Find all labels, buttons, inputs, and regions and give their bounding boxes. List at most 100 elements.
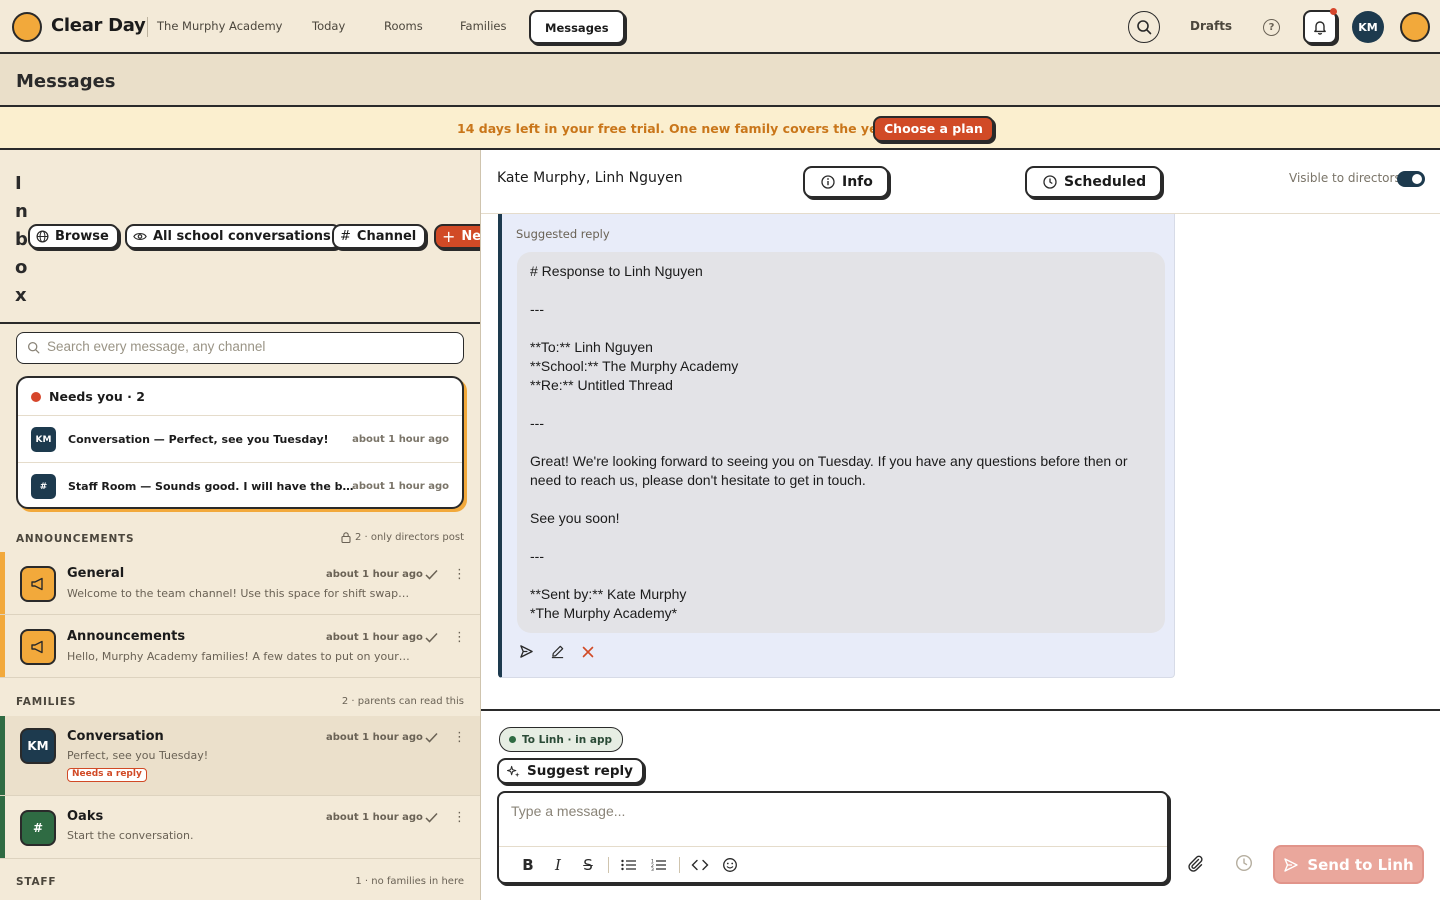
choose-plan-button[interactable]: Choose a plan [873,116,994,142]
needs-you-panel: Needs you · 2 KM Conversation — Perfect,… [16,376,464,509]
channel-row-general[interactable]: General about 1 hour ago ⋮ Welcome to th… [0,552,480,615]
search-input[interactable] [47,339,447,354]
needs-you-title: Needs you · 2 [49,389,145,404]
channel-name: Conversation [67,729,164,744]
needs-you-text: Conversation — Perfect, see you Tuesday! [68,433,329,446]
send-button[interactable]: Send to Linh [1273,845,1424,884]
conversation-header: Kate Murphy, Linh Nguyen Info Scheduled … [481,150,1440,214]
browse-label: Browse [55,229,109,244]
code-icon[interactable] [685,853,715,877]
new-button[interactable]: + New [434,224,480,249]
info-button[interactable]: Info [803,166,889,198]
message-search[interactable] [16,332,464,364]
inbox-letter: I [15,173,22,194]
top-nav: Clear Day The Murphy Academy Today Rooms… [0,0,1440,54]
channel-preview: Perfect, see you Tuesday! [67,749,209,762]
inbox-heading: I n b o x [15,170,29,310]
schedule-send-icon[interactable] [1235,854,1253,872]
dismiss-suggestion-icon[interactable] [581,645,595,659]
school-avatar[interactable] [1400,12,1430,42]
suggested-reply-card: Suggested reply # Response to Linh Nguye… [498,214,1175,678]
timestamp: about 1 hour ago [326,569,423,580]
timestamp: about 1 hour ago [352,481,449,492]
nav-school[interactable]: The Murphy Academy [157,19,282,33]
more-icon[interactable]: ⋮ [453,811,466,824]
nav-rooms[interactable]: Rooms [384,19,423,33]
bullet-list-icon[interactable] [614,853,644,877]
info-label: Info [842,174,873,190]
check-icon[interactable] [425,732,438,743]
search-button[interactable] [1128,11,1160,43]
inbox-letter: x [15,285,27,306]
scheduled-button[interactable]: Scheduled [1025,166,1163,198]
svg-text:3: 3 [651,867,654,871]
all-conversations-button[interactable]: All school conversations [125,224,341,249]
user-avatar[interactable]: KM [1352,11,1384,43]
numbered-list-icon[interactable]: 123 [644,853,674,877]
clock-icon [1043,175,1057,189]
browse-button[interactable]: Browse [28,224,119,249]
paperclip-icon[interactable] [1186,854,1204,872]
visible-to-directors-label: Visible to directors [1289,171,1401,185]
needs-you-item[interactable]: KM Conversation — Perfect, see you Tuesd… [18,416,462,463]
section-announcements: ANNOUNCEMENTS [16,533,135,545]
more-icon[interactable]: ⋮ [453,631,466,644]
channel-row-conversation[interactable]: KM Conversation about 1 hour ago ⋮ Perfe… [0,716,480,796]
recipient-chip[interactable]: To Linh · in app [499,727,624,752]
inbox-letter: n [15,201,28,222]
scheduled-label: Scheduled [1064,174,1147,190]
channel-preview: Hello, Murphy Academy families! A few da… [67,650,412,663]
more-icon[interactable]: ⋮ [453,568,466,581]
section-note: 1 · no families in here [355,876,464,887]
brand-name[interactable]: Clear Day [51,15,146,36]
help-icon[interactable]: ? [1263,19,1280,36]
needs-you-text: Staff Room — Sounds good. I will have th… [68,480,358,493]
section-note-text: 2 · only directors post [354,532,464,543]
edit-suggestion-icon[interactable] [550,644,565,659]
notification-dot [1330,8,1337,15]
timestamp: about 1 hour ago [326,812,423,823]
visible-to-directors-toggle[interactable] [1397,171,1425,187]
check-icon[interactable] [425,812,438,823]
avatar: # [31,474,56,499]
suggest-reply-button[interactable]: Suggest reply [497,758,644,784]
hash-icon: # [20,810,56,846]
channel-row-announcements[interactable]: Announcements about 1 hour ago ⋮ Hello, … [0,615,480,678]
nav-families[interactable]: Families [460,19,506,33]
online-dot [509,736,516,743]
brand-logo[interactable] [12,12,42,42]
needs-you-header: Needs you · 2 [18,378,462,416]
suggest-reply-label: Suggest reply [527,763,633,779]
all-conversations-label: All school conversations [153,229,331,244]
bold-icon[interactable]: B [513,853,543,877]
italic-icon[interactable]: I [543,853,573,877]
channel-row-oaks[interactable]: # Oaks about 1 hour ago ⋮ Start the conv… [0,796,480,859]
emoji-icon[interactable] [715,853,745,877]
more-icon[interactable]: ⋮ [453,731,466,744]
nav-messages[interactable]: Messages [529,10,625,44]
channel-preview: Start the conversation. [67,829,194,842]
strikethrough-icon[interactable]: S [573,853,603,877]
lock-icon [341,532,351,543]
check-icon[interactable] [425,632,438,643]
channel-button[interactable]: # Channel [332,224,427,249]
message-input[interactable] [511,803,1151,833]
needs-you-item[interactable]: # Staff Room — Sounds good. I will have … [18,463,462,507]
suggested-reply-body: # Response to Linh Nguyen --- **To:** Li… [517,252,1165,633]
channel-name: Announcements [67,629,186,644]
channel-label: Channel [356,229,417,244]
notifications-button[interactable] [1303,8,1337,44]
search-icon [27,341,40,354]
section-staff: STAFF [16,876,57,888]
send-suggestion-icon[interactable] [519,644,534,659]
sparkle-icon [507,765,520,777]
section-families: FAMILIES [16,696,77,708]
page-header: Messages [0,54,1440,107]
drafts-link[interactable]: Drafts [1190,19,1232,33]
info-icon [821,175,835,189]
nav-today[interactable]: Today [312,19,345,33]
row-accent [0,552,5,614]
suggested-reply-label: Suggested reply [516,227,610,241]
timestamp: about 1 hour ago [326,632,423,643]
check-icon[interactable] [425,569,438,580]
